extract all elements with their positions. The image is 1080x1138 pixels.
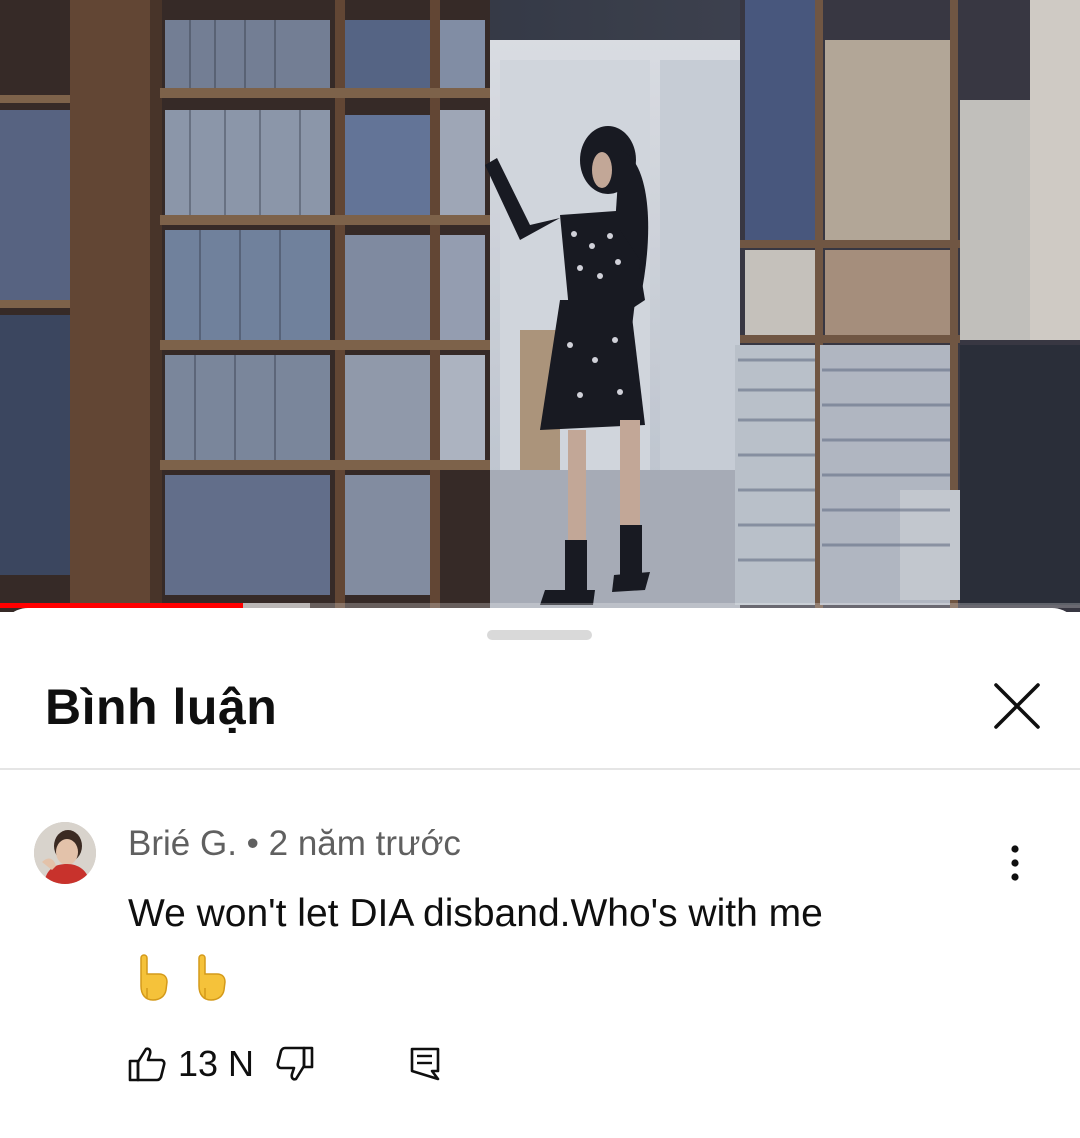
comment-actions: 13 N (128, 1043, 440, 1085)
header-divider (0, 768, 1080, 770)
sheet-title: Bình luận (45, 679, 278, 735)
reply-button[interactable] (410, 1047, 440, 1081)
video-frame (0, 0, 1080, 612)
close-icon (994, 683, 1040, 729)
dislike-button[interactable] (276, 1046, 314, 1082)
reply-icon (410, 1047, 440, 1081)
meta-separator: • (246, 824, 259, 863)
drag-handle[interactable] (487, 630, 592, 640)
pointing-down-emoji-2 (198, 954, 226, 1001)
thumb-down-icon (276, 1046, 314, 1081)
like-count: 13 N (178, 1043, 255, 1084)
close-button[interactable] (985, 674, 1049, 738)
comment-meta: Brié G. • 2 năm trước (128, 824, 461, 864)
thumb-up-icon (128, 1047, 166, 1082)
comment-time: 2 năm trước (268, 824, 461, 863)
comment-text: We won't let DIA disband.Who's with me (128, 892, 823, 935)
like-button[interactable]: 13 N (128, 1043, 254, 1085)
more-options-button[interactable] (995, 828, 1035, 898)
avatar[interactable] (34, 822, 96, 884)
comments-sheet: Bình luận Brié G. • 2 năm trước We won't… (0, 608, 1080, 1138)
pointing-down-emoji (140, 954, 168, 1001)
more-vert-icon (1011, 845, 1019, 881)
avatar-image (34, 822, 96, 884)
comment-item: Brié G. • 2 năm trước We won't let DIA d… (0, 808, 1080, 1108)
video-player[interactable] (0, 0, 1080, 612)
comment-emoji: 👇 👇 (133, 952, 231, 1002)
comment-author[interactable]: Brié G. (128, 824, 237, 863)
